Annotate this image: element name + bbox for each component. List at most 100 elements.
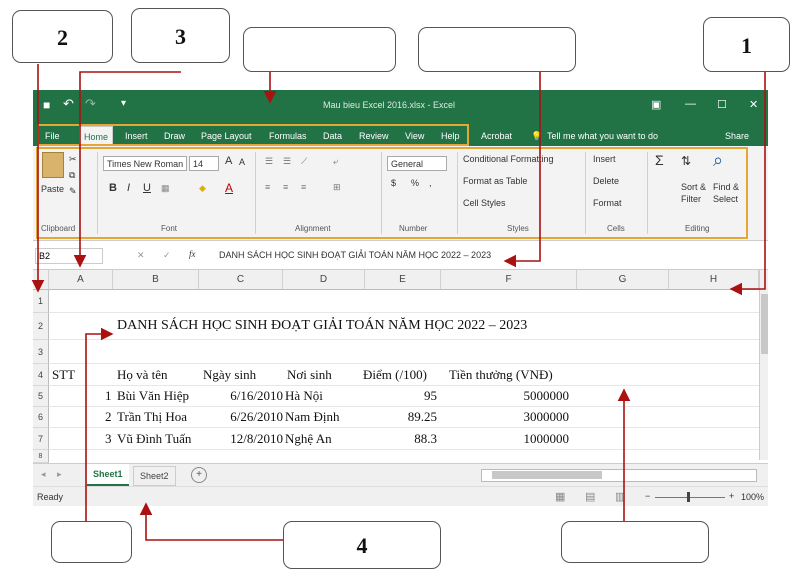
- score-cell[interactable]: 88.3: [365, 431, 437, 447]
- row-header-5[interactable]: 5: [33, 386, 49, 407]
- row-header-1[interactable]: 1: [33, 290, 49, 313]
- grid-line: [49, 339, 759, 340]
- callout-box-3: 3: [131, 8, 230, 63]
- name-cell[interactable]: Vũ Đình Tuấn: [117, 431, 191, 447]
- zoom-level[interactable]: 100%: [741, 492, 764, 502]
- insert-function-icon[interactable]: fx: [189, 249, 196, 259]
- column-header-e[interactable]: E: [365, 270, 441, 290]
- column-header-g[interactable]: G: [577, 270, 669, 290]
- grid-line: [49, 406, 759, 407]
- callout-box-blank-top-left: [243, 27, 396, 72]
- score-cell[interactable]: 89.25: [365, 409, 437, 425]
- formula-bar: B2 ✕ ✓ fx DANH SÁCH HỌC SINH ĐOẠT GIẢI T…: [33, 243, 768, 270]
- pob-cell[interactable]: Hà Nội: [285, 388, 323, 404]
- dob-cell[interactable]: 6/26/2010: [199, 409, 283, 425]
- grid-line: [49, 449, 759, 450]
- name-cell[interactable]: Bùi Văn Hiệp: [117, 388, 189, 404]
- score-cell[interactable]: 95: [365, 388, 437, 404]
- page-layout-view-icon[interactable]: ▤: [585, 490, 595, 503]
- redo-icon[interactable]: ↷: [85, 96, 96, 112]
- zoom-in-button[interactable]: +: [729, 491, 734, 501]
- header-pob-cell[interactable]: Nơi sinh: [287, 367, 332, 383]
- stt-cell[interactable]: 1: [105, 388, 112, 404]
- callout-box-2: 2: [12, 10, 113, 63]
- minimize-icon[interactable]: —: [685, 98, 696, 110]
- horizontal-scrollbar[interactable]: [481, 469, 757, 482]
- stt-cell[interactable]: 3: [105, 431, 112, 447]
- customize-qat-icon[interactable]: ▾: [121, 98, 126, 109]
- column-header-a[interactable]: A: [49, 270, 113, 290]
- prize-cell[interactable]: 1000000: [441, 431, 570, 447]
- header-score-cell[interactable]: Điểm (/100): [363, 367, 427, 383]
- sheet-tabs-bar: ◂ ▸ Sheet1 Sheet2 +: [33, 463, 768, 486]
- row-header-8[interactable]: 8: [33, 450, 49, 463]
- leader-line-4: [139, 502, 283, 541]
- close-icon[interactable]: ✕: [749, 98, 758, 111]
- grid-line: [49, 385, 759, 386]
- column-header-c[interactable]: C: [199, 270, 283, 290]
- cancel-icon[interactable]: ✕: [137, 250, 145, 261]
- header-dob-cell[interactable]: Ngày sinh: [203, 367, 256, 383]
- tell-me-box[interactable]: Tell me what you want to do: [543, 126, 662, 146]
- zoom-slider[interactable]: [655, 497, 725, 498]
- row-header-2[interactable]: 2: [33, 313, 49, 340]
- row-header-4[interactable]: 4: [33, 364, 49, 386]
- header-prize-cell[interactable]: Tiền thưởng (VNĐ): [449, 367, 553, 383]
- title-bar: ■ ↶ ↷ ▾ Mau bieu Excel 2016.xlsx - Excel…: [33, 90, 768, 122]
- zoom-out-button[interactable]: −: [645, 491, 650, 501]
- grid-line: [49, 312, 759, 313]
- dob-cell[interactable]: 6/16/2010: [199, 388, 283, 404]
- header-stt-cell[interactable]: STT: [52, 367, 75, 383]
- column-header-b[interactable]: B: [113, 270, 199, 290]
- vertical-scrollbar[interactable]: [759, 270, 768, 460]
- normal-view-icon[interactable]: ▦: [555, 490, 565, 503]
- grid-line: [49, 363, 759, 364]
- zoom-slider-thumb[interactable]: [687, 492, 690, 502]
- maximize-icon[interactable]: ☐: [717, 98, 727, 111]
- pob-cell[interactable]: Nam Định: [285, 409, 340, 425]
- callout-box-blank-bottom-left: [51, 521, 132, 563]
- column-header-h[interactable]: H: [669, 270, 759, 290]
- dob-cell[interactable]: 12/8/2010: [199, 431, 283, 447]
- column-header-d[interactable]: D: [283, 270, 365, 290]
- callout-box-4: 4: [283, 521, 441, 569]
- scroll-sheets-right-icon[interactable]: ▸: [57, 469, 62, 480]
- ribbon-display-options-icon[interactable]: ▣: [651, 98, 661, 111]
- formula-input[interactable]: DANH SÁCH HỌC SINH ĐOẠT GIẢI TOÁN NĂM HỌ…: [219, 250, 491, 260]
- new-sheet-button[interactable]: +: [191, 467, 207, 483]
- select-all-corner[interactable]: [33, 270, 49, 290]
- save-icon[interactable]: ■: [43, 98, 50, 112]
- undo-icon[interactable]: ↶: [63, 96, 74, 112]
- callout-box-blank-bottom-right: [561, 521, 709, 563]
- pob-cell[interactable]: Nghệ An: [285, 431, 332, 447]
- sheet-tab-sheet2[interactable]: Sheet2: [133, 466, 176, 486]
- row-header-6[interactable]: 6: [33, 407, 49, 428]
- horizontal-scroll-thumb[interactable]: [492, 471, 602, 479]
- stt-cell[interactable]: 2: [105, 409, 112, 425]
- status-ready: Ready: [37, 492, 64, 502]
- sheet-title-cell[interactable]: DANH SÁCH HỌC SINH ĐOẠT GIẢI TOÁN NĂM HỌ…: [117, 318, 527, 334]
- callout-box-blank-top-right: [418, 27, 576, 72]
- vertical-scroll-thumb[interactable]: [761, 294, 768, 354]
- grid-line: [49, 427, 759, 428]
- status-bar: Ready ▦ ▤ ▥ − + 100%: [33, 486, 768, 506]
- excel-window: ■ ↶ ↷ ▾ Mau bieu Excel 2016.xlsx - Excel…: [33, 90, 768, 506]
- name-cell[interactable]: Trần Thị Hoa: [117, 409, 187, 425]
- scroll-sheets-left-icon[interactable]: ◂: [41, 469, 46, 480]
- sheet-tab-sheet1[interactable]: Sheet1: [87, 464, 129, 486]
- header-name-cell[interactable]: Họ và tên: [117, 367, 168, 383]
- callout-box-1: 1: [703, 17, 790, 72]
- name-box[interactable]: B2: [35, 248, 103, 264]
- ribbon-highlight-outline: [36, 147, 748, 239]
- share-button[interactable]: Share: [721, 126, 753, 146]
- prize-cell[interactable]: 5000000: [441, 388, 570, 404]
- enter-icon[interactable]: ✓: [163, 250, 171, 261]
- row-header-7[interactable]: 7: [33, 428, 49, 450]
- row-header-3[interactable]: 3: [33, 340, 49, 364]
- window-title: Mau bieu Excel 2016.xlsx - Excel: [323, 100, 456, 110]
- tabs-highlight-outline: [37, 124, 469, 146]
- tab-acrobat[interactable]: Acrobat: [477, 126, 516, 146]
- column-header-f[interactable]: F: [441, 270, 577, 290]
- prize-cell[interactable]: 3000000: [441, 409, 570, 425]
- page-break-view-icon[interactable]: ▥: [615, 490, 625, 503]
